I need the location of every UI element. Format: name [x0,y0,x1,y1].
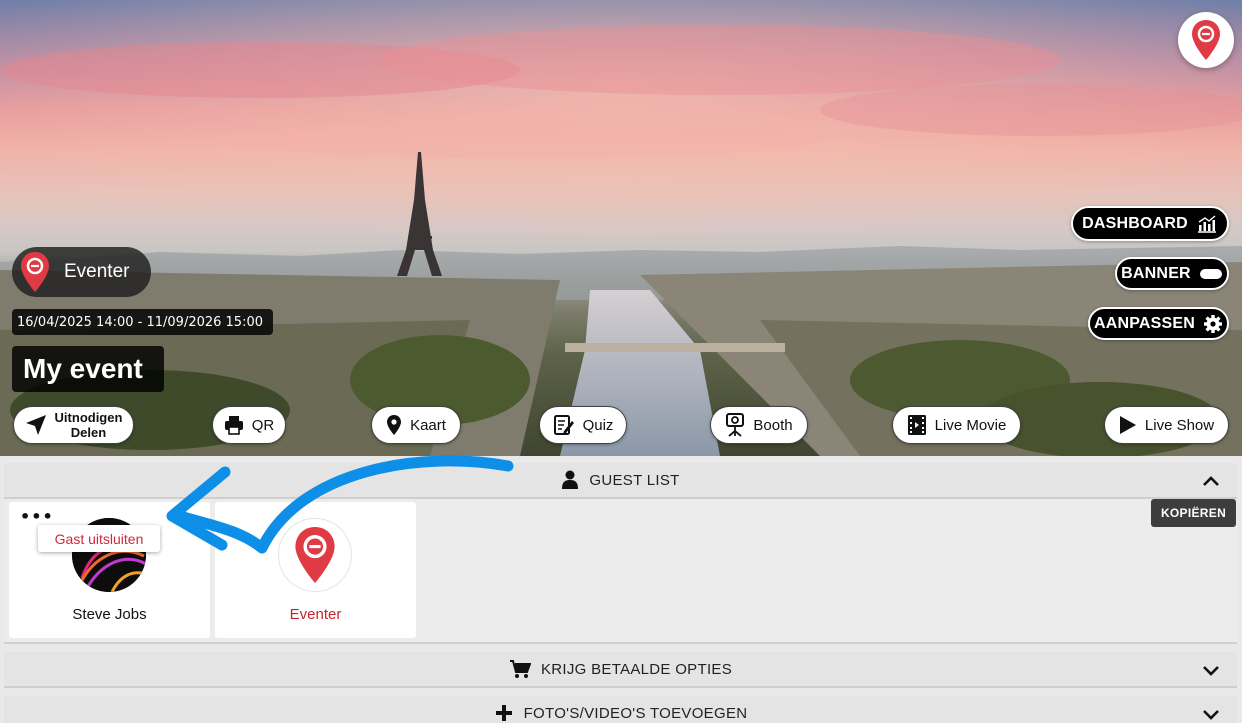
event-banner: DASHBOARD BANNER AANPASSEN Eventer 16/04… [0,0,1242,456]
share-label: Delen [70,425,107,440]
exclude-guest-menu-item[interactable]: Gast uitsluiten [38,525,160,552]
printer-icon [224,416,243,435]
send-arrow-icon [25,415,46,435]
chevron-up-icon[interactable] [1201,471,1221,491]
eventer-logo[interactable] [1178,12,1234,68]
booth-button[interactable]: Booth [710,406,808,444]
dashboard-label: DASHBOARD [1082,214,1188,232]
banner-toggle-icon [1199,268,1222,279]
quiz-label: Quiz [582,416,614,434]
guest-card-eventer[interactable]: Eventer [215,502,416,638]
quiz-edit-icon [553,415,574,435]
organizer-name: Eventer [64,261,130,282]
user-icon [562,470,579,489]
banner-label: BANNER [1121,264,1191,282]
paid-options-header[interactable]: KRIJG BETAALDE OPTIES [4,652,1237,688]
avatar [278,518,352,592]
paris-banner-image [0,0,1242,456]
shopping-cart-icon [509,660,531,678]
chevron-down-icon[interactable] [1201,660,1221,680]
eventer-pin-avatar-icon [295,527,335,583]
live-show-label: Live Show [1144,416,1215,434]
paid-options-title: KRIJG BETAALDE OPTIES [540,660,733,678]
map-label: Kaart [410,416,446,434]
add-media-title: FOTO'S/VIDEO'S TOEVOEGEN [523,704,748,722]
event-page: DASHBOARD BANNER AANPASSEN Eventer 16/04… [0,0,1242,723]
organizer-pin-icon [21,252,49,292]
booth-label: Booth [753,416,793,434]
more-options-icon[interactable]: ••• [20,509,54,525]
guest-name: Eventer [289,606,342,623]
customize-label: AANPASSEN [1093,314,1196,332]
location-pin-icon [387,415,402,435]
invite-label: Uitnodigen [54,410,123,425]
play-icon [1119,416,1136,434]
banner-button[interactable]: BANNER [1115,257,1229,290]
event-date-range: 16/04/2025 14:00 - 11/09/2026 15:00 [12,309,273,335]
live-show-button[interactable]: Live Show [1104,406,1229,444]
qr-button[interactable]: QR [212,406,286,444]
photo-booth-icon [726,413,745,437]
film-icon [907,415,926,435]
qr-label: QR [251,416,275,434]
live-movie-button[interactable]: Live Movie [892,406,1021,444]
guest-name: Steve Jobs [72,606,147,623]
dashboard-button[interactable]: DASHBOARD [1071,206,1229,241]
chevron-down-icon[interactable] [1201,704,1221,723]
guest-list-title: GUEST LIST [589,471,680,489]
plus-icon [495,705,512,721]
copy-button[interactable]: KOPIËREN [1151,499,1236,527]
bar-chart-icon [1197,214,1216,233]
live-movie-label: Live Movie [934,416,1007,434]
gear-icon [1204,314,1223,333]
invite-share-button[interactable]: Uitnodigen Delen [13,406,134,444]
add-media-header[interactable]: FOTO'S/VIDEO'S TOEVOEGEN [4,696,1237,723]
guest-list-header[interactable]: GUEST LIST [4,463,1237,499]
organizer-chip: Eventer [12,247,151,297]
map-button[interactable]: Kaart [371,406,461,444]
customize-button[interactable]: AANPASSEN [1088,307,1229,340]
map-pin-logo-icon [1192,20,1220,60]
quiz-button[interactable]: Quiz [539,406,627,444]
event-title: My event [12,346,164,392]
